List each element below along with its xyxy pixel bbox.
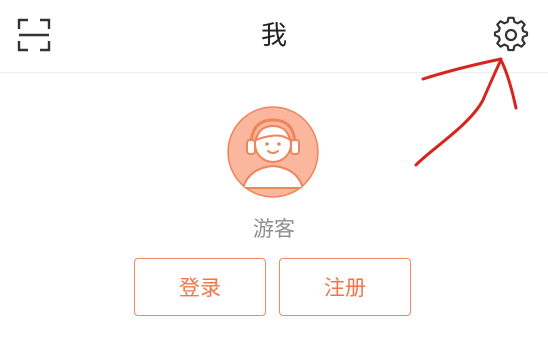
username: 游客 bbox=[253, 217, 295, 241]
settings-button[interactable] bbox=[492, 16, 530, 54]
page-title: 我 bbox=[260, 21, 287, 51]
gear-icon bbox=[493, 16, 529, 52]
top-bar: 我 bbox=[0, 0, 548, 73]
register-button[interactable]: 注册 bbox=[279, 258, 411, 316]
avatar[interactable] bbox=[227, 106, 319, 198]
login-button[interactable]: 登录 bbox=[134, 258, 266, 316]
guest-avatar-icon bbox=[227, 106, 319, 198]
